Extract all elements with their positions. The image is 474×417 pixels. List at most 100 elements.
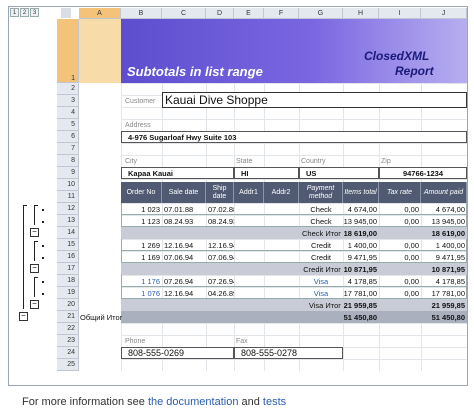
items-total-cell[interactable]: 17 781,00 <box>343 287 379 299</box>
items-total-cell[interactable]: 13 945,00 <box>343 215 379 227</box>
payment-method-cell[interactable]: Check <box>299 215 343 227</box>
row-header-3[interactable]: 3 <box>57 95 79 107</box>
amount-paid-cell[interactable]: 4 674,00 <box>421 203 467 215</box>
order-no-cell[interactable]: 1 076 <box>121 287 162 299</box>
state-field[interactable]: HI <box>234 167 299 179</box>
tax-rate-cell[interactable]: 0,00 <box>379 203 421 215</box>
ship-date-cell[interactable]: 07.02.88 <box>206 203 234 215</box>
column-header-d[interactable]: D <box>206 8 234 19</box>
tax-rate-cell[interactable]: 0,00 <box>379 251 421 263</box>
table-header-7[interactable]: Items total <box>343 182 379 203</box>
select-all-corner[interactable] <box>61 8 71 18</box>
row-header-23[interactable]: 23 <box>57 335 79 347</box>
payment-method-cell[interactable]: Check <box>299 203 343 215</box>
tests-link[interactable]: tests <box>263 396 286 408</box>
country-field[interactable]: US <box>299 167 379 179</box>
table-header-8[interactable]: Tax rate <box>379 182 421 203</box>
outline-level-3-button[interactable]: 3 <box>30 8 39 17</box>
row-header-1[interactable]: 1 <box>57 19 79 83</box>
row-header-6[interactable]: 6 <box>57 131 79 143</box>
row-header-22[interactable]: 22 <box>57 323 79 335</box>
row-header-4[interactable]: 4 <box>57 107 79 119</box>
items-total-cell[interactable]: 9 471,95 <box>343 251 379 263</box>
column-header-j[interactable]: J <box>421 8 467 19</box>
row-header-18[interactable]: 18 <box>57 275 79 287</box>
column-header-i[interactable]: I <box>379 8 421 19</box>
payment-method-cell[interactable]: Credit <box>299 239 343 251</box>
amount-paid-cell[interactable]: 4 178,85 <box>421 275 467 287</box>
column-header-h[interactable]: H <box>343 8 379 19</box>
column-header-f[interactable]: F <box>264 8 299 19</box>
items-total-cell[interactable]: 4 178,85 <box>343 275 379 287</box>
row-header-11[interactable]: 11 <box>57 191 79 203</box>
sale-date-cell[interactable]: 12.16.94 <box>162 239 206 251</box>
row-header-15[interactable]: 15 <box>57 239 79 251</box>
amount-paid-cell[interactable]: 1 400,00 <box>421 239 467 251</box>
table-header-4[interactable]: Addr1 <box>234 182 264 203</box>
items-total-cell[interactable]: 1 400,00 <box>343 239 379 251</box>
row-header-2[interactable]: 2 <box>57 83 79 95</box>
row-header-5[interactable]: 5 <box>57 119 79 131</box>
city-field[interactable]: Kapaa Kauai <box>121 167 234 179</box>
amount-paid-cell[interactable]: 13 945,00 <box>421 215 467 227</box>
table-header-9[interactable]: Amount paid <box>421 182 467 203</box>
column-header-g[interactable]: G <box>299 8 343 19</box>
collapse-visa-group-button[interactable]: − <box>30 300 39 309</box>
column-header-b[interactable]: B <box>121 8 162 19</box>
row-header-14[interactable]: 14 <box>57 227 79 239</box>
order-no-cell[interactable]: 1 023 <box>121 203 162 215</box>
column-header-c[interactable]: C <box>162 8 206 19</box>
table-header-6[interactable]: Payment method <box>299 182 343 203</box>
tax-rate-cell[interactable]: 0,00 <box>379 215 421 227</box>
collapse-grand-total-button[interactable]: − <box>19 312 28 321</box>
order-no-cell[interactable]: 1 123 <box>121 215 162 227</box>
tax-rate-cell[interactable]: 0,00 <box>379 275 421 287</box>
sale-date-cell[interactable]: 08.24.93 <box>162 215 206 227</box>
zip-field[interactable]: 94766-1234 <box>379 167 467 179</box>
row-header-16[interactable]: 16 <box>57 251 79 263</box>
table-header-3[interactable]: Ship date <box>206 182 234 203</box>
ship-date-cell[interactable]: 12.16.94 <box>206 239 234 251</box>
outline-level-2-button[interactable]: 2 <box>20 8 29 17</box>
payment-method-cell[interactable]: Credit <box>299 251 343 263</box>
row-header-20[interactable]: 20 <box>57 299 79 311</box>
ship-date-cell[interactable]: 07.06.94 <box>206 251 234 263</box>
collapse-check-group-button[interactable]: − <box>30 228 39 237</box>
sale-date-cell[interactable]: 07.26.94 <box>162 275 206 287</box>
row-header-19[interactable]: 19 <box>57 287 79 299</box>
row-header-7[interactable]: 7 <box>57 143 79 155</box>
customer-name[interactable]: Kauai Dive Shoppe <box>162 92 467 108</box>
order-no-cell[interactable]: 1 169 <box>121 251 162 263</box>
amount-paid-cell[interactable]: 17 781,00 <box>421 287 467 299</box>
ship-date-cell[interactable]: 08.24.93 <box>206 215 234 227</box>
row-header-10[interactable]: 10 <box>57 179 79 191</box>
row-header-17[interactable]: 17 <box>57 263 79 275</box>
ship-date-cell[interactable]: 07.26.94 <box>206 275 234 287</box>
outline-level-1-button[interactable]: 1 <box>10 8 19 17</box>
items-total-cell[interactable]: 4 674,00 <box>343 203 379 215</box>
column-header-a[interactable]: A <box>79 8 121 19</box>
documentation-link[interactable]: the documentation <box>148 396 239 408</box>
sale-date-cell[interactable]: 07.06.94 <box>162 251 206 263</box>
table-header-2[interactable]: Sale date <box>162 182 206 203</box>
fax-field[interactable]: 808-555-0278 <box>234 347 343 359</box>
row-header-24[interactable]: 24 <box>57 347 79 359</box>
order-no-cell[interactable]: 1 176 <box>121 275 162 287</box>
row-header-8[interactable]: 8 <box>57 155 79 167</box>
table-header-5[interactable]: Addr2 <box>264 182 299 203</box>
row-header-21[interactable]: 21 <box>57 311 79 323</box>
row-header-12[interactable]: 12 <box>57 203 79 215</box>
tax-rate-cell[interactable]: 0,00 <box>379 239 421 251</box>
table-header-1[interactable]: Order No <box>121 182 162 203</box>
cell-a1[interactable] <box>79 19 121 83</box>
row-header-9[interactable]: 9 <box>57 167 79 179</box>
row-header-13[interactable]: 13 <box>57 215 79 227</box>
order-no-cell[interactable]: 1 269 <box>121 239 162 251</box>
amount-paid-cell[interactable]: 9 471,95 <box>421 251 467 263</box>
ship-date-cell[interactable]: 04.26.89 <box>206 287 234 299</box>
column-header-e[interactable]: E <box>234 8 264 19</box>
tax-rate-cell[interactable]: 0,00 <box>379 287 421 299</box>
collapse-credit-group-button[interactable]: − <box>30 264 39 273</box>
phone-field[interactable]: 808-555-0269 <box>121 347 234 359</box>
address-field[interactable]: 4-976 Sugarloaf Hwy Suite 103 <box>121 131 467 143</box>
